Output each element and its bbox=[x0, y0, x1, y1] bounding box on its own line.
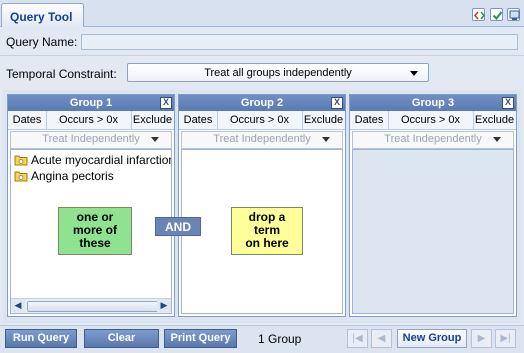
group-1-panel[interactable]: Group 1 X Dates Occurs > 0x Exclude Trea… bbox=[7, 94, 175, 317]
temporal-constraint-select[interactable]: Treat all groups independently bbox=[127, 63, 429, 82]
tab-query-tool[interactable]: Query Tool bbox=[1, 3, 84, 27]
group-1-button-row: Dates Occurs > 0x Exclude bbox=[8, 111, 174, 130]
new-group-button[interactable]: New Group bbox=[397, 329, 467, 348]
group-2-drop-area[interactable]: drop a term on here bbox=[181, 149, 343, 314]
list-item[interactable]: Angina pectoris bbox=[14, 169, 114, 184]
temporal-constraint-label: Temporal Constraint: bbox=[6, 67, 117, 81]
chevron-down-icon bbox=[151, 137, 159, 142]
group-1-dates-button[interactable]: Dates bbox=[8, 111, 47, 129]
group-1-timing-select[interactable]: Treat Independently bbox=[10, 131, 172, 149]
group-2-timing-select[interactable]: Treat Independently bbox=[181, 131, 343, 149]
last-group-button[interactable]: ▶| bbox=[495, 329, 516, 348]
folder-icon bbox=[14, 155, 28, 166]
close-icon[interactable]: X bbox=[331, 97, 343, 109]
group-3-occurs-button[interactable]: Occurs > 0x bbox=[388, 111, 474, 129]
folder-icon bbox=[14, 171, 28, 182]
scroll-right-icon[interactable]: ▶ bbox=[157, 299, 171, 312]
group-3-title: Group 3 bbox=[350, 95, 516, 111]
scrollbar-thumb[interactable] bbox=[27, 301, 161, 312]
group-1-hint: one or more of these bbox=[58, 207, 132, 255]
horizontal-scrollbar[interactable]: ◀ ▶ bbox=[11, 298, 171, 313]
group-count: 1 Group bbox=[258, 332, 302, 346]
group-1-exclude-button[interactable]: Exclude bbox=[131, 111, 174, 129]
group-3-exclude-button[interactable]: Exclude bbox=[473, 111, 516, 129]
list-item[interactable]: Acute myocardial infarction bbox=[14, 153, 172, 168]
group-1-term-list[interactable]: Acute myocardial infarction Angina pecto… bbox=[10, 149, 172, 314]
chevron-down-icon bbox=[410, 71, 418, 76]
group-1-timing-value: Treat Independently bbox=[42, 133, 140, 145]
run-query-button[interactable]: Run Query bbox=[5, 329, 77, 348]
clear-button[interactable]: Clear bbox=[84, 329, 159, 348]
group-3-dates-button[interactable]: Dates bbox=[350, 111, 389, 129]
group-2-occurs-button[interactable]: Occurs > 0x bbox=[217, 111, 303, 129]
term-label: Angina pectoris bbox=[31, 169, 114, 183]
check-icon[interactable] bbox=[490, 8, 503, 21]
divider bbox=[0, 55, 524, 56]
query-name-label: Query Name: bbox=[6, 35, 78, 49]
group-2-timing-value: Treat Independently bbox=[213, 133, 311, 145]
group-1-occurs-button[interactable]: Occurs > 0x bbox=[46, 111, 132, 129]
group-3-button-row: Dates Occurs > 0x Exclude bbox=[350, 111, 516, 130]
chevron-down-icon bbox=[493, 137, 501, 142]
group-2-dates-button[interactable]: Dates bbox=[179, 111, 218, 129]
group-3-timing-select[interactable]: Treat Independently bbox=[352, 131, 514, 149]
first-group-button[interactable]: |◀ bbox=[347, 329, 368, 348]
close-icon[interactable]: X bbox=[502, 97, 514, 109]
window-icon[interactable] bbox=[507, 8, 520, 21]
group-1-title: Group 1 bbox=[8, 95, 174, 111]
close-icon[interactable]: X bbox=[160, 97, 172, 109]
print-query-button[interactable]: Print Query bbox=[164, 329, 237, 348]
group-2-exclude-button[interactable]: Exclude bbox=[302, 111, 345, 129]
group-2-button-row: Dates Occurs > 0x Exclude bbox=[179, 111, 345, 130]
scroll-left-icon[interactable]: ◀ bbox=[11, 299, 25, 312]
term-label: Acute myocardial infarction bbox=[31, 153, 172, 167]
group-3-panel[interactable]: Group 3 X Dates Occurs > 0x Exclude Trea… bbox=[349, 94, 517, 317]
chevron-down-icon bbox=[322, 137, 330, 142]
group-2-panel[interactable]: Group 2 X Dates Occurs > 0x Exclude Trea… bbox=[178, 94, 346, 317]
temporal-constraint-value: Treat all groups independently bbox=[204, 67, 352, 79]
and-connector: AND bbox=[155, 217, 201, 236]
group-3-drop-area[interactable] bbox=[352, 149, 514, 314]
code-view-icon[interactable] bbox=[472, 8, 485, 21]
query-name-input[interactable] bbox=[81, 34, 518, 50]
group-3-timing-value: Treat Independently bbox=[384, 133, 482, 145]
group-2-hint: drop a term on here bbox=[231, 207, 303, 255]
group-2-title: Group 2 bbox=[179, 95, 345, 111]
prev-group-button[interactable]: ◀ bbox=[371, 329, 392, 348]
next-group-button[interactable]: ▶ bbox=[471, 329, 492, 348]
